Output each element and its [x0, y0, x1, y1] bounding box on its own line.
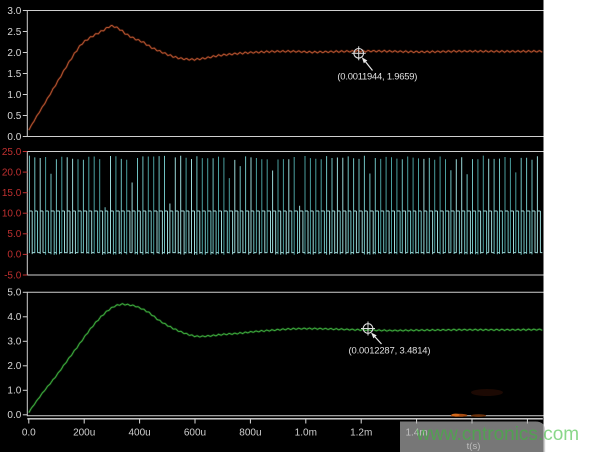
svg-text:0.0: 0.0	[22, 428, 36, 439]
svg-text:2.5: 2.5	[7, 27, 21, 38]
svg-text:2.0: 2.0	[7, 48, 21, 59]
svg-text:5.0: 5.0	[7, 229, 21, 240]
svg-text:-5.0: -5.0	[4, 270, 22, 281]
svg-text:0.5: 0.5	[7, 111, 21, 122]
svg-text:5.0: 5.0	[7, 288, 21, 299]
svg-text:400u: 400u	[128, 428, 150, 439]
svg-text:0.0: 0.0	[7, 250, 21, 261]
svg-text:15.0: 15.0	[2, 188, 22, 199]
svg-text:10.0: 10.0	[2, 209, 22, 220]
svg-text:4.0: 4.0	[7, 312, 21, 323]
svg-text:1.0m: 1.0m	[295, 428, 317, 439]
svg-text:600u: 600u	[184, 428, 206, 439]
svg-text:1.5: 1.5	[7, 69, 21, 80]
svg-text:200u: 200u	[73, 428, 95, 439]
svg-text:1.0: 1.0	[7, 386, 21, 397]
svg-text:1.2m: 1.2m	[350, 428, 372, 439]
svg-text:(0.0012287, 3.4814): (0.0012287, 3.4814)	[349, 345, 431, 356]
svg-text:1.0: 1.0	[7, 90, 21, 101]
svg-text:20.0: 20.0	[2, 167, 22, 178]
svg-text:(0.0011944, 1.9659): (0.0011944, 1.9659)	[337, 71, 417, 82]
svg-text:0.0: 0.0	[7, 410, 21, 421]
svg-text:2.0: 2.0	[7, 361, 21, 372]
svg-text:800u: 800u	[239, 428, 261, 439]
svg-text:0.0: 0.0	[7, 132, 21, 143]
svg-text:25.0: 25.0	[2, 147, 22, 158]
svg-text:3.0: 3.0	[7, 337, 21, 348]
svg-text:3.0: 3.0	[7, 6, 21, 17]
